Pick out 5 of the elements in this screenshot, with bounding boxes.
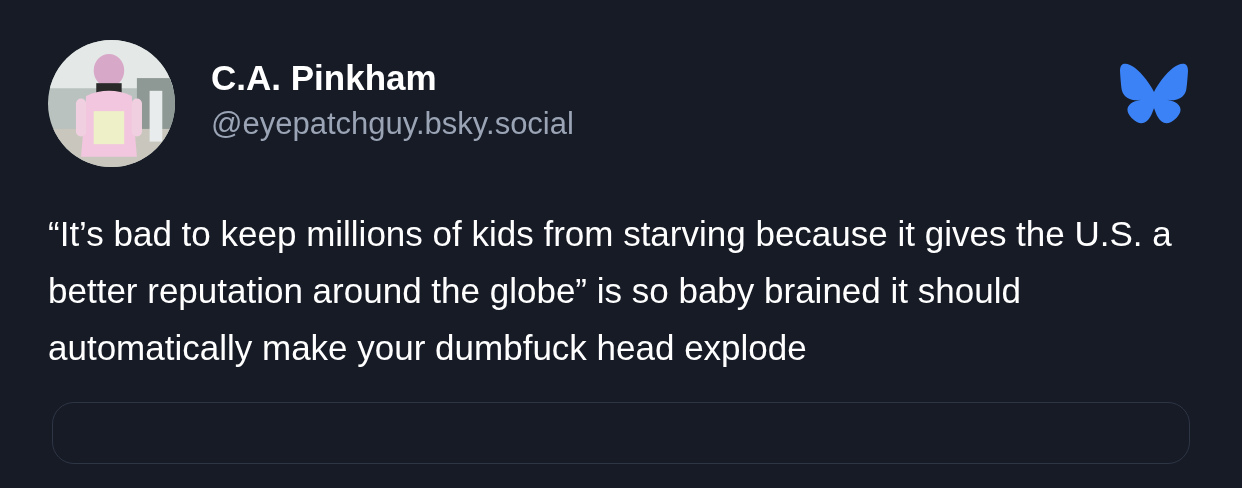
post-text: “It’s bad to keep millions of kids from starving because it gives the U.S. a better reputation around the globe” is so baby brained it should automatically make your dumbfuck head explode	[48, 213, 1173, 369]
author-name[interactable]: C.A. Pinkham	[211, 57, 1084, 98]
embed-card[interactable]	[52, 402, 1190, 464]
butterfly-icon	[1120, 62, 1188, 125]
author-handle[interactable]: @eyepatchguy.bsky.social	[211, 105, 1084, 142]
